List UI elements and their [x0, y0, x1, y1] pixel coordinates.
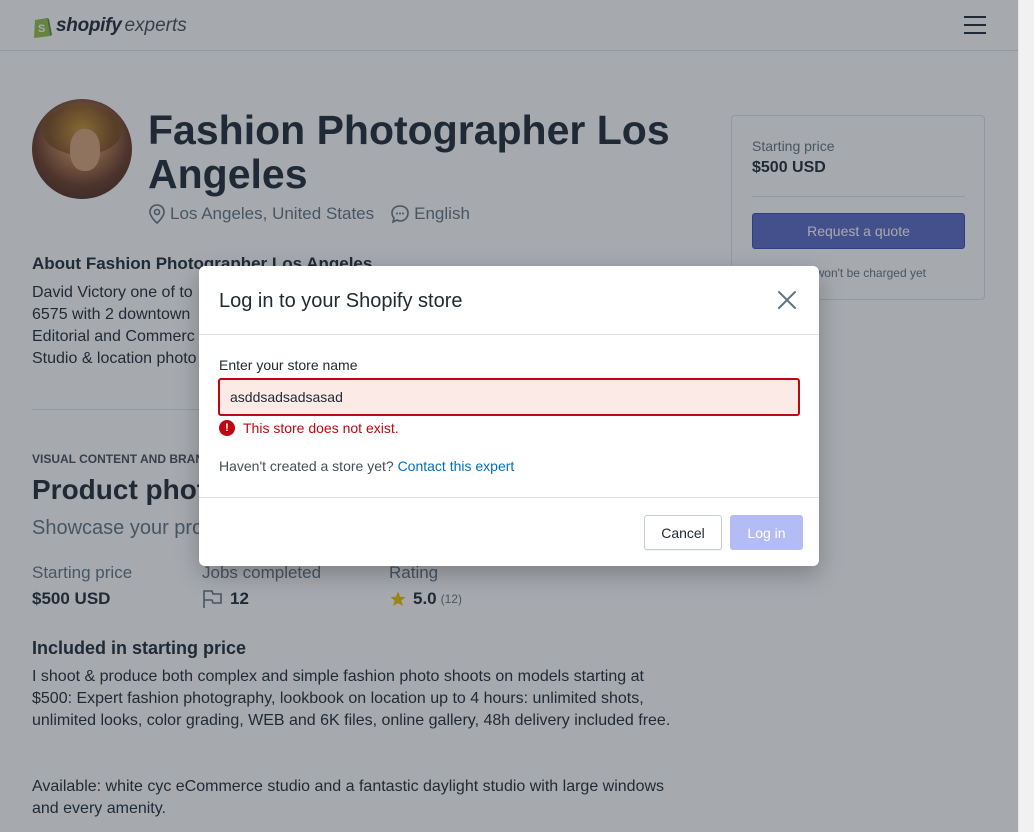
modal-title: Log in to your Shopify store — [219, 290, 463, 312]
page: S shopify experts Fashion Photographer L… — [0, 0, 1018, 832]
login-modal: Log in to your Shopify store Enter your … — [199, 266, 819, 566]
store-name-label: Enter your store name — [219, 357, 358, 373]
close-icon[interactable] — [776, 289, 798, 311]
help-text: Haven't created a store yet? Contact thi… — [219, 458, 514, 474]
help-prefix: Haven't created a store yet? — [219, 458, 394, 474]
modal-footer-divider — [199, 497, 819, 498]
contact-expert-link[interactable]: Contact this expert — [398, 458, 515, 474]
error-alert-icon: ! — [219, 420, 235, 436]
modal-header: Log in to your Shopify store — [199, 266, 819, 335]
error-message: ! This store does not exist. — [219, 420, 399, 436]
store-name-input[interactable] — [218, 378, 800, 416]
login-button[interactable]: Log in — [730, 515, 803, 550]
scrollbar[interactable] — [1018, 0, 1034, 832]
cancel-button[interactable]: Cancel — [644, 515, 722, 550]
error-text: This store does not exist. — [243, 420, 399, 436]
